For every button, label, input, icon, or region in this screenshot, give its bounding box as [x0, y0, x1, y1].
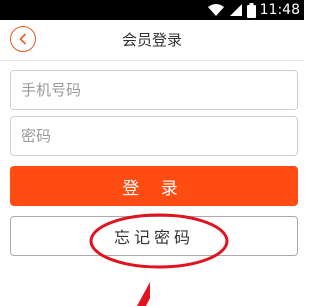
password-input[interactable] [10, 116, 298, 156]
status-bar: 11:48 [0, 0, 304, 20]
signal-icon [229, 4, 242, 16]
forgot-password-button[interactable]: 忘记密码 [10, 216, 298, 256]
status-icons: 11:48 [207, 2, 300, 18]
pointer-arrow [137, 282, 150, 306]
battery-icon [246, 2, 256, 18]
forgot-password-label: 忘记密码 [113, 228, 194, 247]
wifi-icon [207, 4, 224, 16]
page-title: 会员登录 [121, 31, 182, 49]
phone-input[interactable] [10, 70, 298, 110]
login-button[interactable]: 登 录 [10, 166, 298, 206]
status-time: 11:48 [259, 2, 300, 18]
nav-bar: 会员登录 [0, 20, 304, 61]
login-button-label: 登 录 [122, 178, 186, 199]
